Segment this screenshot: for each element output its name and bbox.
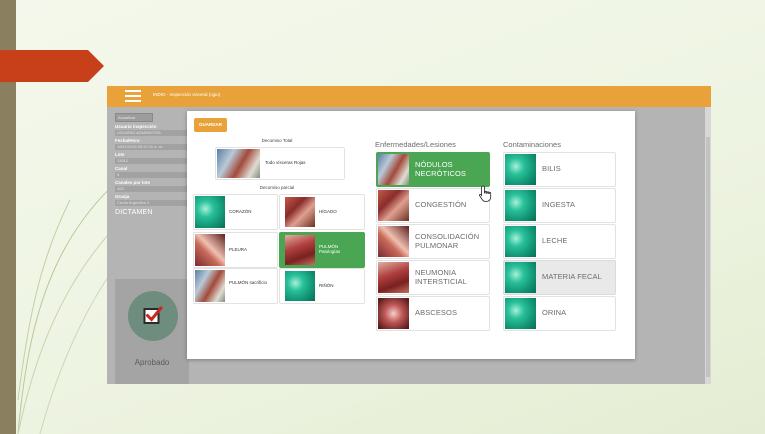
field-value: 18/11/2016 09:37:11 a. m.	[115, 144, 189, 150]
partial-item-label: RIÑÓN	[319, 283, 334, 288]
partial-item-kidney[interactable]: RIÑÓN	[279, 268, 365, 304]
contaminations-section-title: Contaminaciones	[503, 140, 561, 149]
verdict-label: Aprobado	[134, 358, 170, 367]
dictamen-heading: DICTAMEN	[115, 209, 153, 216]
red-viscera-thumbnail	[217, 149, 260, 178]
disease-item-necrotic-nodules[interactable]: NÓDULOS NECRÓTICOS	[376, 152, 490, 187]
diseases-section-title: Enfermedades/Lesiones	[375, 140, 456, 149]
checkbox-checked-icon	[143, 306, 163, 324]
pleura-thumbnail	[195, 234, 225, 266]
fecal-matter-thumbnail	[505, 262, 536, 293]
save-button[interactable]: GUARDAR	[194, 118, 227, 132]
partial-item-label: PULMÓN sacrificio	[229, 280, 268, 285]
hamburger-icon[interactable]	[125, 90, 141, 102]
urine-thumbnail	[505, 298, 536, 329]
app-header: INDIO · Inspección visceral (ojpo)	[107, 86, 711, 107]
total-confiscation-card[interactable]: Todo vísceras Rojas	[215, 147, 345, 180]
partial-item-label: HÍGADO	[319, 209, 337, 214]
disease-item-abscesses[interactable]: ABSCESOS	[376, 296, 490, 331]
contamination-item-label: LECHE	[542, 236, 568, 245]
bile-thumbnail	[505, 154, 536, 185]
lung-sacrifice-thumbnail	[195, 270, 225, 302]
contamination-item-urine[interactable]: ORINA	[503, 296, 616, 331]
contamination-item-milk[interactable]: LECHE	[503, 224, 616, 259]
contamination-item-ingesta[interactable]: INGESTA	[503, 188, 616, 223]
field-label: Fecha/Hora	[115, 138, 140, 143]
disease-item-interstitial-pneumonia[interactable]: NEUMONIA INTERSTICIAL	[376, 260, 490, 295]
disease-item-label: ABSCESOS	[415, 308, 458, 317]
slide-arrow-tip	[88, 50, 104, 82]
field-value: 13012	[115, 158, 189, 164]
contamination-item-label: ORINA	[542, 308, 567, 317]
scrollbar-thumb[interactable]	[706, 137, 710, 377]
sidebar: Actualizar Usuario inspección USUARIO AD…	[115, 113, 189, 384]
disease-item-label: CONGESTIÓN	[415, 200, 467, 209]
partial-item-heart[interactable]: CORAZÓN	[193, 194, 278, 230]
scrollbar[interactable]	[705, 107, 711, 384]
disease-item-congestion[interactable]: CONGESTIÓN	[376, 188, 490, 223]
field-value: Cerdo Argentina 3	[115, 200, 189, 206]
field-value: 5	[115, 172, 189, 178]
refresh-button[interactable]: Actualizar	[115, 113, 153, 122]
necrotic-nodules-thumbnail	[378, 154, 409, 185]
consolidation-thumbnail	[378, 226, 409, 257]
partial-item-label: CORAZÓN	[229, 209, 252, 214]
kidney-thumbnail	[285, 271, 315, 301]
inspection-modal: GUARDAR Decomiso Total Todo vísceras Roj…	[187, 111, 635, 359]
contamination-item-label: MATERIA FECAL	[542, 272, 602, 281]
contamination-item-fecal-matter[interactable]: MATERIA FECAL	[503, 260, 616, 295]
partial-item-pleura[interactable]: PLEURA	[193, 232, 278, 268]
milk-thumbnail	[505, 226, 536, 257]
disease-item-pulmonary-consolidation[interactable]: CONSOLIDACIÓN PULMONAR	[376, 224, 490, 259]
congestion-thumbnail	[378, 190, 409, 221]
partial-item-lung-pathology[interactable]: PULMÓN Patologías	[279, 232, 365, 268]
partial-item-lung-sacrifice[interactable]: PULMÓN sacrificio	[193, 268, 278, 304]
field-label: Granja	[115, 194, 130, 199]
contamination-item-label: BILIS	[542, 164, 561, 173]
verdict-circle	[128, 291, 178, 341]
total-confiscation-label: Todo vísceras Rojas	[265, 160, 306, 165]
abscesses-thumbnail	[378, 298, 409, 329]
heart-thumbnail	[195, 196, 225, 228]
partial-item-label: PULMÓN Patologías	[319, 244, 341, 255]
slide-arrow-banner	[0, 50, 88, 82]
contamination-item-bile[interactable]: BILIS	[503, 152, 616, 187]
field-value: 400	[115, 186, 189, 192]
disease-item-label: NÓDULOS NECRÓTICOS	[415, 160, 467, 178]
lung-thumbnail	[285, 235, 315, 265]
app-title: INDIO · Inspección visceral (ojpo)	[153, 92, 221, 97]
field-label: Canal	[115, 166, 128, 171]
disease-item-label: CONSOLIDACIÓN PULMONAR	[415, 232, 480, 250]
field-label: Canales por lote	[115, 180, 151, 185]
liver-thumbnail	[285, 197, 315, 227]
field-label: Lote	[115, 152, 125, 157]
field-value: USUARIO ADMINISTRA	[115, 130, 189, 136]
partial-confiscation-title: Decomiso parcial	[259, 185, 295, 190]
pneumonia-thumbnail	[378, 262, 409, 293]
ingesta-thumbnail	[505, 190, 536, 221]
field-label: Usuario inspección	[115, 124, 157, 129]
disease-item-label: NEUMONIA INTERSTICIAL	[415, 268, 468, 286]
total-confiscation-title: Decomiso Total	[261, 138, 293, 143]
partial-item-liver[interactable]: HÍGADO	[279, 194, 365, 230]
verdict-card[interactable]: Aprobado	[115, 279, 189, 384]
partial-item-label: PLEURA	[229, 247, 248, 252]
hand-pointer-icon	[478, 185, 492, 202]
contamination-item-label: INGESTA	[542, 200, 576, 209]
